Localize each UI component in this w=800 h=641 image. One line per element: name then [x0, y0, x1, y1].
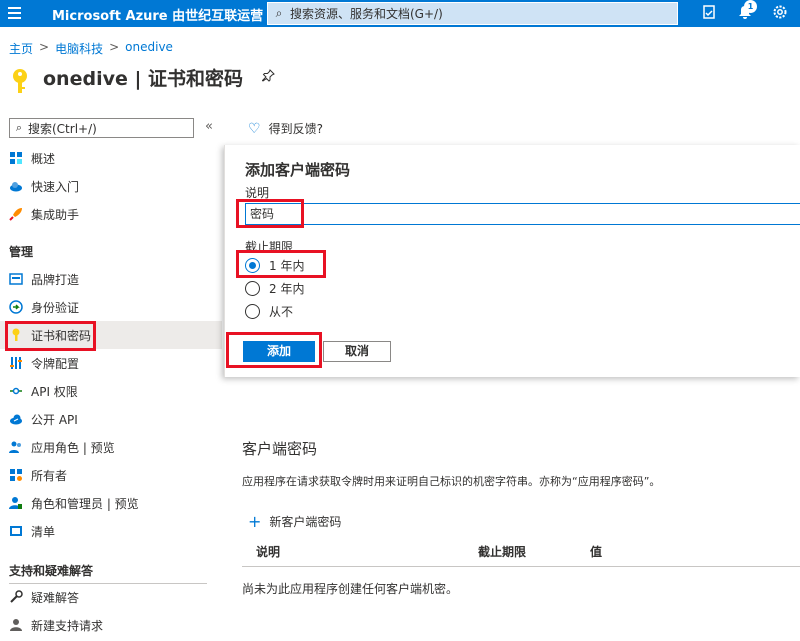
- user-role-icon: [9, 496, 23, 510]
- global-search-input[interactable]: ⌕ 搜索资源、服务和文档(G+/): [267, 2, 678, 25]
- token-config-icon: [9, 356, 23, 370]
- notification-badge: 1: [744, 0, 757, 13]
- sidebar-section-manage: 管理: [9, 245, 34, 259]
- settings-gear-icon[interactable]: [771, 4, 789, 22]
- client-secrets-description: 应用程序在请求获取令牌时用来证明自己标识的机密字符串。亦称为“应用程序密码”。: [242, 475, 661, 488]
- sidebar-item-label: 所有者: [31, 468, 68, 483]
- cloud-icon: [9, 412, 23, 426]
- grid-icon: [9, 151, 23, 165]
- feedback-label: 得到反馈?: [268, 122, 323, 136]
- highlight-box: [226, 332, 322, 368]
- wrench-icon: [9, 590, 23, 604]
- sidebar-item-label: 快速入门: [31, 179, 80, 194]
- sidebar-item-overview[interactable]: 概述: [0, 144, 222, 172]
- sidebar-item-label: API 权限: [31, 384, 78, 399]
- sidebar-item-label: 应用角色 | 预览: [31, 440, 115, 455]
- key-icon: [9, 68, 31, 94]
- plus-icon: +: [248, 512, 262, 531]
- sidebar-item-new-support-request[interactable]: 新建支持请求: [0, 611, 222, 639]
- sidebar-item-api-permissions[interactable]: API 权限: [0, 377, 222, 405]
- global-search-placeholder: 搜索资源、服务和文档(G+/): [290, 7, 443, 21]
- sidebar-search-input[interactable]: ⌕ 搜索(Ctrl+/): [9, 118, 194, 138]
- pin-icon[interactable]: [261, 69, 275, 86]
- sidebar-item-label: 令牌配置: [31, 356, 80, 371]
- sidebar-item-token-configuration[interactable]: 令牌配置: [0, 349, 222, 377]
- breadcrumb-home[interactable]: 主页: [9, 40, 33, 57]
- api-permissions-icon: [9, 384, 23, 398]
- owners-grid-icon: [9, 468, 23, 482]
- breadcrumb-app[interactable]: onedive: [125, 40, 173, 57]
- sidebar-item-label: 新建支持请求: [31, 618, 104, 633]
- sidebar-item-label: 集成助手: [31, 207, 80, 222]
- rocket-icon: [9, 207, 23, 221]
- column-header-description: 说明: [256, 545, 281, 559]
- sidebar-item-integration-assistant[interactable]: 集成助手: [0, 200, 222, 228]
- sidebar-item-label: 公开 API: [31, 412, 78, 427]
- search-icon: ⌕: [275, 6, 283, 20]
- users-icon: [9, 440, 23, 454]
- sidebar-item-label: 清单: [31, 524, 56, 539]
- sidebar-item-roles-admins[interactable]: 角色和管理员 | 预览: [0, 489, 222, 517]
- sidebar-item-troubleshooting[interactable]: 疑难解答: [0, 583, 222, 611]
- radio-expiry-never[interactable]: 从不: [245, 303, 293, 320]
- sidebar-search-placeholder: 搜索(Ctrl+/): [28, 121, 97, 136]
- panel-title: 添加客户端密码: [245, 161, 351, 179]
- sidebar-item-label: 身份验证: [31, 300, 80, 315]
- top-bar: Microsoft Azure 由世纪互联运营 ⌕ 搜索资源、服务和文档(G+/…: [0, 0, 800, 27]
- collapse-sidebar-icon[interactable]: «: [205, 119, 213, 134]
- radio-expiry-2-years[interactable]: 2 年内: [245, 280, 304, 297]
- sidebar-item-owners[interactable]: 所有者: [0, 461, 222, 489]
- sidebar-item-label: 疑难解答: [31, 590, 80, 605]
- manifest-icon: [9, 524, 23, 538]
- chevron-right-icon: >: [109, 40, 120, 54]
- breadcrumb: 主页 > 电脑科技 > onedive: [9, 40, 173, 57]
- table-divider: [242, 566, 800, 567]
- client-secrets-title: 客户端密码: [242, 440, 318, 458]
- sidebar-item-label: 概述: [31, 151, 56, 166]
- authentication-icon: [9, 300, 23, 314]
- column-header-expires: 截止期限: [478, 545, 527, 559]
- highlight-box: [5, 321, 96, 351]
- support-user-icon: [9, 618, 23, 632]
- new-client-secret-button[interactable]: + 新客户端密码: [248, 512, 341, 531]
- cloud-icon: [9, 179, 23, 193]
- highlight-box: [236, 250, 326, 278]
- description-input[interactable]: 密码: [245, 203, 800, 225]
- sidebar-item-label: 角色和管理员 | 预览: [31, 496, 139, 511]
- sidebar-item-expose-api[interactable]: 公开 API: [0, 405, 222, 433]
- chevron-right-icon: >: [39, 40, 50, 54]
- sidebar-item-label: 品牌打造: [31, 272, 80, 287]
- new-client-secret-label: 新客户端密码: [269, 515, 342, 529]
- cancel-button[interactable]: 取消: [323, 341, 391, 362]
- sidebar-item-manifest[interactable]: 清单: [0, 517, 222, 545]
- breadcrumb-tenant[interactable]: 电脑科技: [55, 40, 103, 57]
- portal-brand[interactable]: Microsoft Azure 由世纪互联运营: [52, 5, 263, 24]
- page-title: onedive | 证书和密码: [43, 68, 244, 90]
- column-header-value: 值: [590, 545, 603, 559]
- empty-state-text: 尚未为此应用程序创建任何客户端机密。: [242, 582, 459, 596]
- branding-icon: [9, 272, 23, 286]
- sidebar-item-branding[interactable]: 品牌打造: [0, 265, 222, 293]
- sidebar-item-app-roles[interactable]: 应用角色 | 预览: [0, 433, 222, 461]
- radio-unselected-icon: [245, 304, 260, 319]
- search-icon: ⌕: [15, 121, 23, 134]
- sidebar-item-quickstart[interactable]: 快速入门: [0, 172, 222, 200]
- menu-icon[interactable]: [8, 7, 21, 19]
- heart-icon: ♡: [248, 120, 261, 137]
- radio-unselected-icon: [245, 281, 260, 296]
- feedback-link[interactable]: ♡ 得到反馈?: [248, 120, 323, 137]
- sidebar-section-support: 支持和疑难解答: [9, 564, 94, 578]
- sidebar-item-authentication[interactable]: 身份验证: [0, 293, 222, 321]
- radio-label: 2 年内: [269, 282, 305, 296]
- radio-label: 从不: [269, 305, 294, 319]
- highlight-box: [236, 199, 304, 228]
- directory-icon[interactable]: [700, 4, 718, 22]
